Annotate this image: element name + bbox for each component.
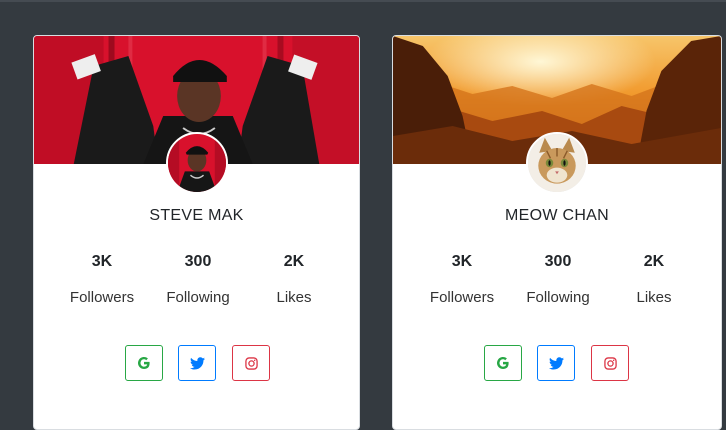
profile-name: MEOW CHAN: [504, 207, 610, 224]
stat-value: 2K: [643, 253, 665, 270]
stat-label: Following: [166, 289, 230, 306]
avatar: [526, 132, 588, 194]
stat-label: Likes: [276, 289, 312, 306]
stat-label: Following: [526, 289, 590, 306]
instagram-button[interactable]: [591, 345, 629, 381]
profile-card: STEVE MAK 3K Followers 300 Following 2K …: [33, 35, 360, 430]
twitter-icon: [189, 356, 205, 369]
avatar: [166, 132, 228, 194]
profile-stats: 3K Followers 300 Following 2K Likes: [393, 251, 721, 311]
stat-followers: 3K Followers: [412, 251, 512, 307]
google-icon: [497, 357, 509, 369]
instagram-icon: [603, 356, 617, 370]
profile-card: MEOW CHAN 3K Followers 300 Following 2K …: [392, 35, 722, 430]
google-button[interactable]: [484, 345, 522, 381]
profile-name: STEVE MAK: [149, 207, 244, 224]
twitter-button[interactable]: [537, 345, 575, 381]
stat-followers: 3K Followers: [52, 251, 152, 307]
stat-value: 3K: [451, 253, 473, 270]
stat-value: 300: [544, 253, 572, 270]
instagram-icon: [244, 356, 258, 370]
social-links: [34, 345, 359, 385]
twitter-button[interactable]: [178, 345, 216, 381]
stat-value: 3K: [91, 253, 113, 270]
profile-stats: 3K Followers 300 Following 2K Likes: [34, 251, 359, 311]
stat-following: 300 Following: [508, 251, 608, 307]
google-button[interactable]: [125, 345, 163, 381]
page-top-divider: [0, 0, 726, 2]
social-links: [393, 345, 721, 385]
stat-label: Followers: [69, 289, 135, 306]
twitter-icon: [548, 356, 564, 369]
stat-likes: 2K Likes: [604, 251, 704, 307]
stat-value: 2K: [283, 253, 305, 270]
stat-label: Likes: [636, 289, 672, 306]
stat-likes: 2K Likes: [244, 251, 344, 307]
stat-value: 300: [184, 253, 212, 270]
stat-label: Followers: [429, 289, 495, 306]
instagram-button[interactable]: [232, 345, 270, 381]
stat-following: 300 Following: [148, 251, 248, 307]
google-icon: [138, 357, 150, 369]
